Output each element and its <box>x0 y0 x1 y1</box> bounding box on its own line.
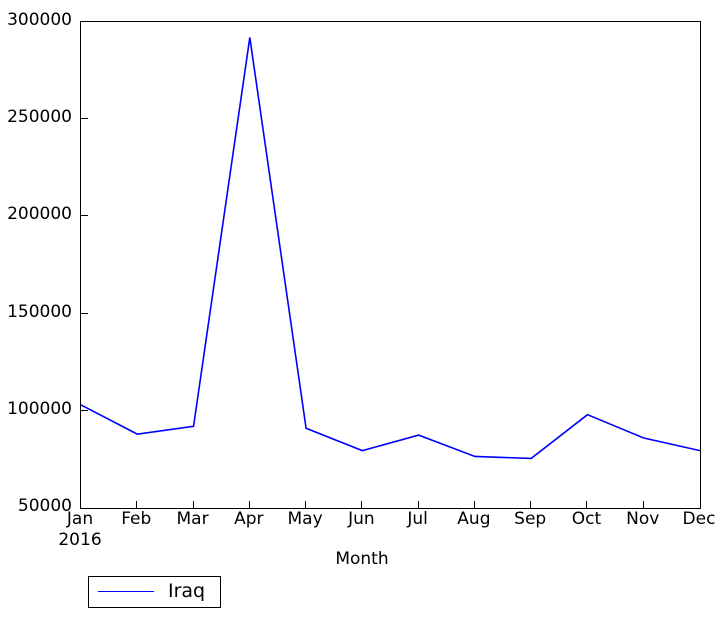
plot-area <box>80 21 701 509</box>
x-tick-label: Jan 2016 <box>58 509 102 551</box>
figure-canvas: 50000 100000 150000 200000 250000 300000 Jan 2… <box>0 0 724 621</box>
chart-legend: Iraq <box>88 576 222 608</box>
y-tick-label: 250000 <box>7 107 72 128</box>
x-tick-label: Dec <box>682 509 716 529</box>
legend-label-iraq: Iraq <box>168 580 206 602</box>
x-tick-label: May <box>287 509 323 529</box>
x-tick-label: Sep <box>514 509 547 529</box>
y-tick-label: 100000 <box>7 398 72 419</box>
series-line-iraq <box>81 22 700 508</box>
y-tick-label: 150000 <box>7 301 72 322</box>
y-tick-label: 200000 <box>7 204 72 225</box>
y-tick-label: 50000 <box>17 496 72 516</box>
x-tick-label: Feb <box>121 509 152 529</box>
x-axis-title: Month <box>335 549 389 569</box>
x-tick-label: Oct <box>571 509 602 529</box>
legend-line-swatch-iraq <box>98 591 154 592</box>
x-tick-label: Nov <box>626 509 660 529</box>
x-tick-label: Jul <box>407 509 428 529</box>
x-tick-label: Apr <box>234 509 264 529</box>
x-tick-label: Mar <box>176 509 209 529</box>
y-tick-label: 300000 <box>7 10 72 30</box>
x-tick-label: Jun <box>348 509 375 529</box>
x-tick-label: Aug <box>457 509 491 529</box>
